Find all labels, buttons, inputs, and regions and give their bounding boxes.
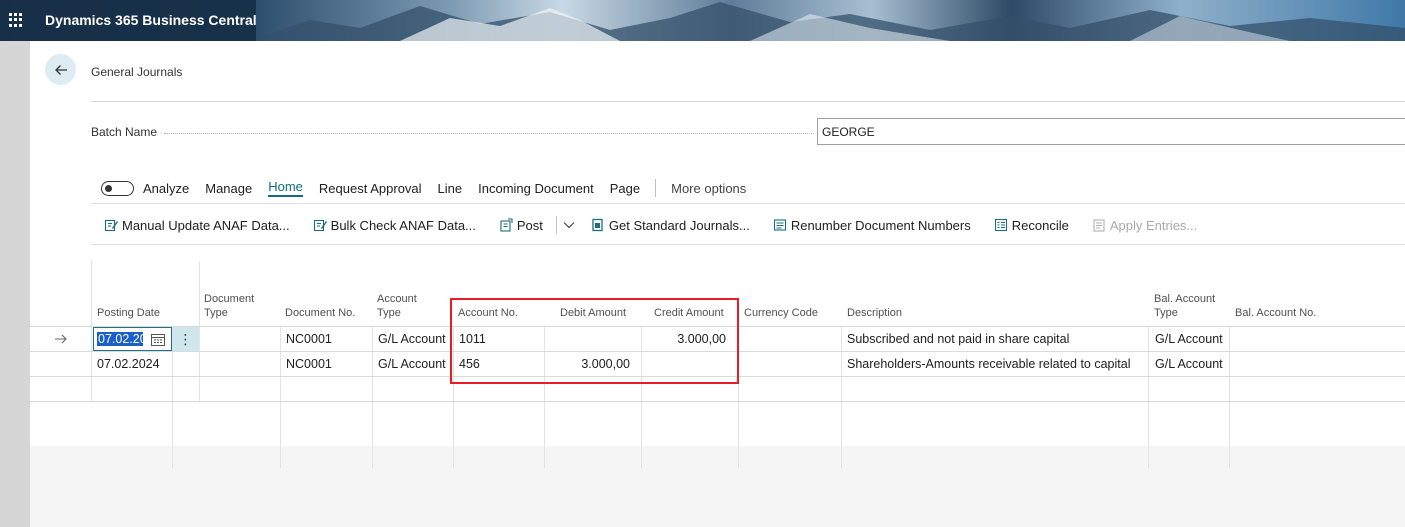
renumber-document-numbers-label: Renumber Document Numbers: [790, 217, 971, 233]
column-header-account-type[interactable]: Account Type: [377, 292, 417, 320]
column-header-line: Bal. Account: [1154, 293, 1216, 305]
bulk-check-anaf-label: Bulk Check ANAF Data...: [330, 217, 476, 233]
post-label: Post: [516, 217, 543, 233]
menu-request-approval[interactable]: Request Approval: [319, 181, 422, 196]
batch-name-label: Batch Name: [91, 125, 158, 139]
app-title[interactable]: Dynamics 365 Business Central: [45, 12, 257, 28]
column-header-line: Type: [204, 307, 228, 319]
divider: [91, 101, 1405, 102]
bal-account-type-cell[interactable]: G/L Account: [1155, 357, 1223, 371]
batch-name-field[interactable]: GEORGE: [817, 118, 1405, 145]
posting-date-input[interactable]: 07.02.20: [93, 327, 172, 351]
action-menu-bar: Analyze Manage Home Request Approval Lin…: [101, 179, 746, 197]
description-cell[interactable]: Shareholders-Amounts receivable related …: [847, 357, 1131, 371]
get-document-icon: [592, 218, 603, 232]
reconcile-button[interactable]: Reconcile: [994, 218, 1069, 233]
menu-analyze[interactable]: Analyze: [143, 181, 189, 196]
posting-date-value: 07.02.20: [97, 332, 143, 346]
column-header-bal-account-type[interactable]: Bal. Account Type: [1154, 292, 1215, 320]
column-header-document-no[interactable]: Document No.: [285, 306, 355, 320]
highlight-box: [450, 298, 739, 384]
split-separator: [555, 216, 557, 234]
column-header-description[interactable]: Description: [847, 306, 902, 320]
back-button[interactable]: [45, 54, 76, 85]
post-icon: [500, 218, 513, 232]
arrow-right-icon: [55, 334, 67, 344]
get-standard-journals-button[interactable]: Get Standard Journals...: [591, 218, 750, 233]
more-vertical-icon: ⋮: [178, 330, 193, 347]
description-cell[interactable]: Subscribed and not paid in share capital: [847, 332, 1069, 346]
column-header-line: Type: [1154, 307, 1178, 319]
get-standard-journals-label: Get Standard Journals...: [608, 217, 750, 233]
action-toolbar: Manual Update ANAF Data... Bulk Check AN…: [104, 216, 1220, 234]
post-button[interactable]: Post: [499, 218, 543, 233]
post-dropdown[interactable]: [550, 216, 575, 234]
edit-document-icon: [313, 219, 327, 232]
menu-home[interactable]: Home: [268, 179, 303, 197]
column-header-line: Type: [377, 307, 401, 319]
edit-document-icon: [104, 219, 118, 232]
column-header-document-type[interactable]: Document Type: [204, 292, 254, 320]
arrow-left-icon: [54, 64, 67, 75]
reconcile-label: Reconcile: [1011, 217, 1069, 233]
manual-update-anaf-button[interactable]: Manual Update ANAF Data...: [104, 218, 290, 233]
page-title: General Journals: [91, 65, 183, 79]
posting-date-cell[interactable]: 07.02.2024: [97, 357, 160, 371]
column-header-currency-code[interactable]: Currency Code: [744, 306, 818, 320]
dotted-leader: [164, 133, 814, 134]
banner-image: [250, 2, 1405, 41]
bal-account-type-cell[interactable]: G/L Account: [1155, 332, 1223, 346]
document-no-cell[interactable]: NC0001: [286, 332, 332, 346]
menu-incoming-document[interactable]: Incoming Document: [478, 181, 594, 196]
renumber-document-numbers-button[interactable]: Renumber Document Numbers: [773, 218, 971, 233]
apply-entries-button[interactable]: Apply Entries...: [1092, 218, 1197, 233]
row-actions-button[interactable]: ⋮: [172, 327, 199, 351]
grid-bottom-border: [30, 401, 1405, 402]
manual-update-anaf-label: Manual Update ANAF Data...: [122, 217, 290, 233]
column-header-bal-account-no[interactable]: Bal. Account No.: [1235, 306, 1316, 320]
account-type-cell[interactable]: G/L Account: [378, 357, 446, 371]
column-header-line: Document: [204, 293, 255, 305]
menu-page[interactable]: Page: [610, 181, 640, 196]
top-bar: Dynamics 365 Business Central: [0, 0, 1405, 41]
column-header-line: Account: [377, 293, 417, 305]
reconcile-icon: [994, 218, 1007, 232]
app-launcher-icon[interactable]: [9, 13, 23, 27]
divider: [91, 244, 1405, 245]
renumber-icon: [773, 219, 786, 231]
menu-line[interactable]: Line: [438, 181, 463, 196]
menu-manage[interactable]: Manage: [205, 181, 252, 196]
analyze-toggle[interactable]: [101, 180, 134, 196]
page-content: General Journals Batch Name GEORGE Analy…: [30, 41, 1405, 468]
column-header-posting-date[interactable]: Posting Date: [97, 306, 160, 320]
page: General Journals Batch Name GEORGE Analy…: [30, 41, 1405, 527]
apply-entries-icon: [1093, 219, 1105, 232]
divider: [91, 203, 1405, 204]
account-type-cell[interactable]: G/L Account: [378, 332, 446, 346]
menu-separator: [655, 179, 657, 197]
chevron-down-icon: [563, 222, 575, 229]
calendar-icon[interactable]: [151, 333, 165, 346]
document-no-cell[interactable]: NC0001: [286, 357, 332, 371]
apply-entries-label: Apply Entries...: [1109, 217, 1198, 233]
more-options-button[interactable]: More options: [671, 181, 746, 196]
bulk-check-anaf-button[interactable]: Bulk Check ANAF Data...: [313, 218, 476, 233]
